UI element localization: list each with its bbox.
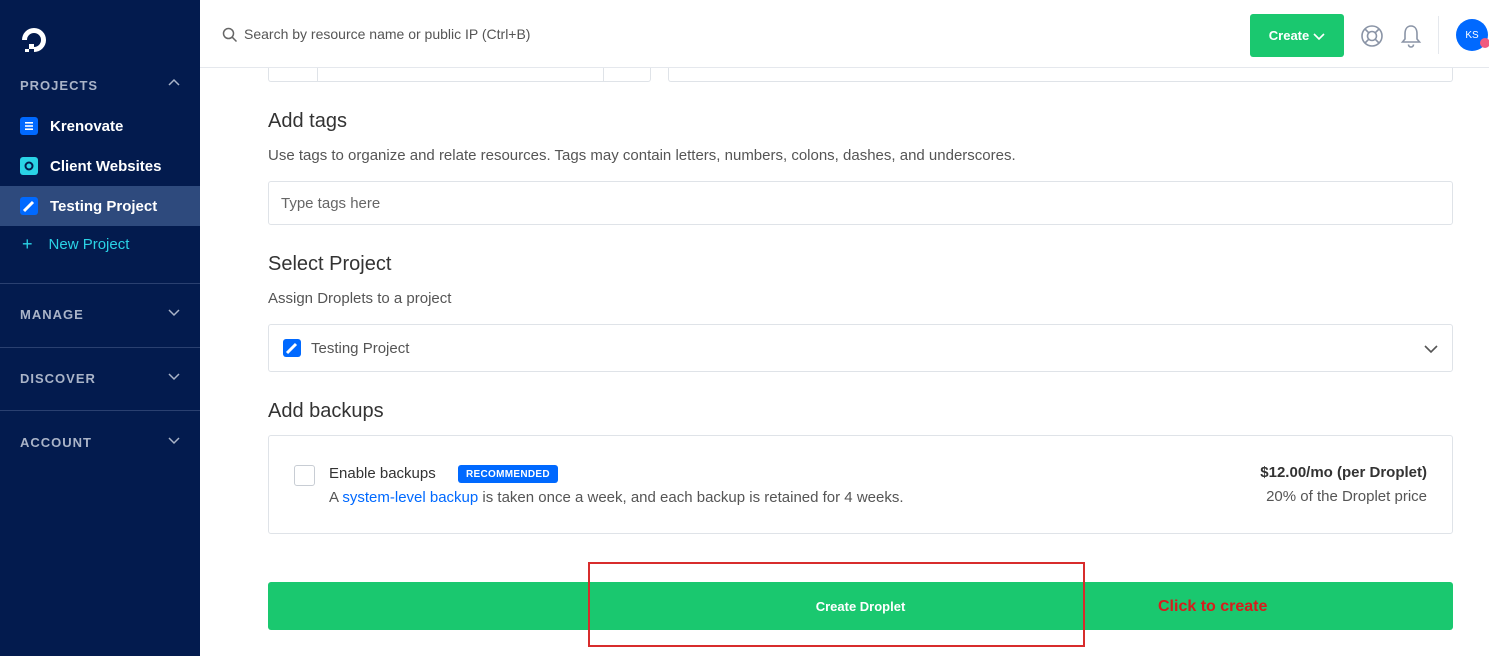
top-bar: Create KS	[200, 0, 1489, 68]
backup-price: $12.00/mo (per Droplet)	[1260, 464, 1427, 481]
project-list-icon	[20, 117, 38, 135]
enable-backups-label: Enable backups	[329, 465, 436, 482]
projects-section-header[interactable]: PROJECTS	[0, 75, 200, 95]
sidebar-item-testing-project[interactable]: Testing Project	[0, 186, 200, 226]
project-pencil-icon	[20, 197, 38, 215]
recommended-badge: RECOMMENDED	[458, 465, 558, 483]
search-icon	[222, 27, 238, 43]
discover-header-label: DISCOVER	[20, 370, 96, 386]
highlight-box	[588, 562, 1085, 647]
digitalocean-logo-icon[interactable]	[18, 24, 50, 56]
system-level-backup-link[interactable]: system-level backup	[342, 489, 478, 506]
backups-desc-suffix: is taken once a week, and each backup is…	[478, 489, 904, 506]
project-web-icon	[20, 157, 38, 175]
select-project-description: Assign Droplets to a project	[268, 290, 452, 307]
backups-desc-prefix: A	[329, 489, 343, 506]
project-pencil-icon	[283, 339, 301, 357]
sidebar-item-krenovate[interactable]: Krenovate	[0, 106, 200, 146]
account-header-label: ACCOUNT	[20, 434, 92, 450]
tags-title: Add tags	[268, 110, 347, 132]
help-lifebuoy-icon[interactable]	[1360, 24, 1384, 48]
tags-description: Use tags to organize and relate resource…	[268, 147, 1016, 164]
backups-title: Add backups	[268, 400, 384, 422]
avatar-notification-badge	[1480, 38, 1489, 48]
create-button-label: Create	[1268, 28, 1310, 43]
sidebar-divider	[0, 347, 200, 348]
project-select-value: Testing Project	[311, 339, 410, 357]
click-to-create-annotation: Click to create	[1158, 598, 1268, 615]
chevron-down-icon	[168, 309, 180, 317]
tags-input[interactable]	[268, 181, 1453, 225]
chevron-down-icon	[1424, 345, 1438, 354]
sidebar-divider	[0, 410, 200, 411]
sidebar-item-label: Testing Project	[50, 197, 158, 215]
manage-section-header[interactable]: MANAGE	[0, 304, 200, 324]
chevron-up-icon	[168, 78, 180, 86]
backups-description: A system-level backup is taken once a we…	[329, 489, 904, 506]
new-project-label: New Project	[48, 235, 130, 253]
sidebar-item-label: Krenovate	[50, 117, 124, 135]
backup-price-note: 20% of the Droplet price	[1266, 488, 1427, 505]
sidebar-divider	[0, 283, 200, 284]
account-section-header[interactable]: ACCOUNT	[0, 432, 200, 452]
sidebar: PROJECTS Krenovate Client Websites Testi…	[0, 0, 200, 656]
search-input[interactable]	[244, 22, 744, 46]
sidebar-item-client-websites[interactable]: Client Websites	[0, 146, 200, 186]
chevron-down-icon	[168, 437, 180, 445]
topbar-separator	[1438, 16, 1439, 54]
chevron-down-icon	[168, 373, 180, 381]
backups-card: Enable backups RECOMMENDED A system-leve…	[268, 435, 1453, 534]
notification-bell-icon[interactable]	[1399, 23, 1423, 49]
avatar-initials: KS	[1465, 29, 1479, 41]
select-project-title: Select Project	[268, 253, 392, 275]
new-project-link[interactable]: + New Project	[0, 232, 200, 256]
discover-section-header[interactable]: DISCOVER	[0, 368, 200, 388]
create-button[interactable]: Create	[1250, 14, 1344, 57]
sidebar-item-label: Client Websites	[50, 157, 162, 175]
projects-header-label: PROJECTS	[20, 77, 99, 93]
chevron-down-icon	[1313, 32, 1325, 40]
manage-header-label: MANAGE	[20, 306, 84, 322]
project-select[interactable]: Testing Project	[268, 324, 1453, 372]
plus-icon: +	[22, 233, 33, 254]
enable-backups-checkbox[interactable]	[294, 465, 315, 486]
